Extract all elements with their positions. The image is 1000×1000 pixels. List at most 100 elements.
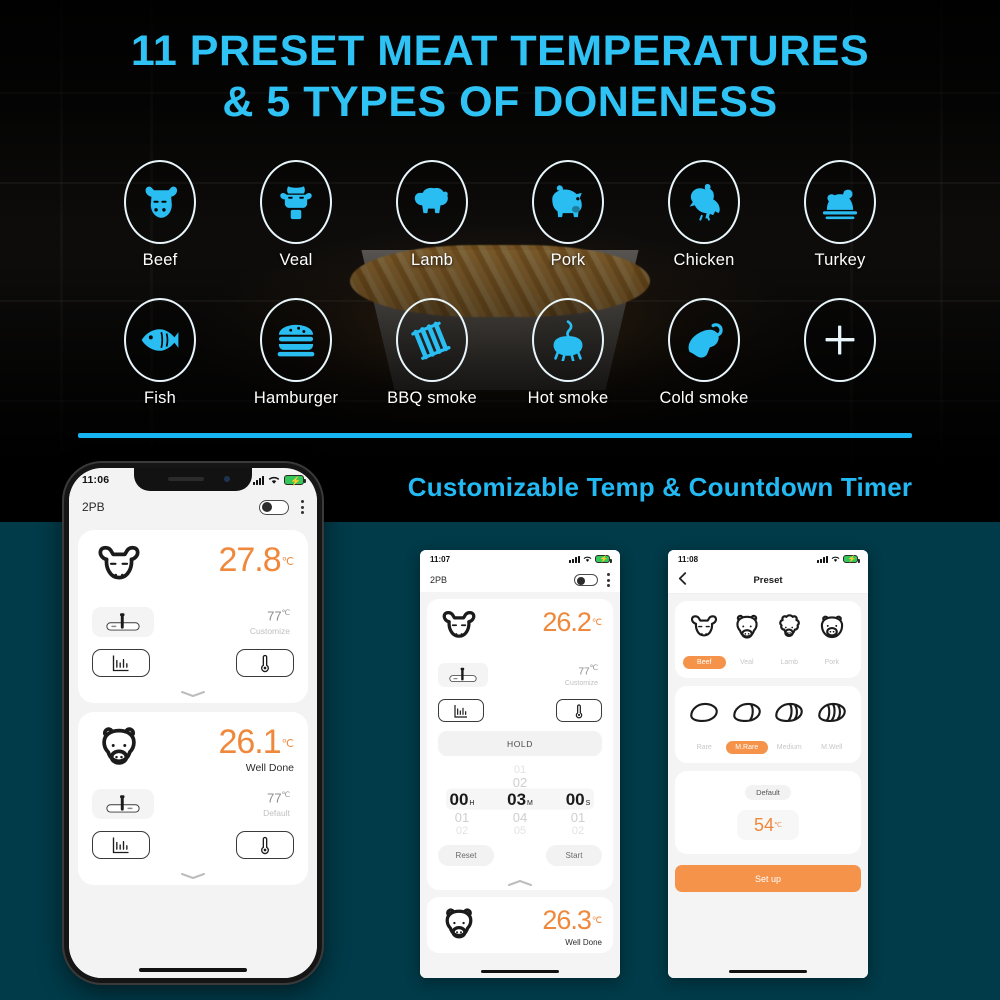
preset-veal[interactable]: Veal — [228, 160, 364, 270]
phone-3-status-bar: 11:08 ⚡ — [668, 550, 868, 568]
preset-label: Cold smoke — [659, 389, 749, 407]
preset-chicken[interactable]: Chicken — [636, 160, 772, 270]
picker-row-selected[interactable]: 00H 03M 00S — [438, 790, 602, 810]
meat-label: Beef — [683, 656, 726, 669]
target-unit: ℃ — [589, 663, 598, 673]
thermometer-icon[interactable] — [236, 649, 294, 677]
steak-rare-icon — [690, 702, 719, 723]
doneness-option-medium[interactable]: Medium — [768, 697, 811, 754]
home-indicator — [139, 968, 247, 972]
picker-hours-above2 — [440, 764, 484, 775]
phone-2-content: 26.2℃ 77℃ Customize HOLD 01 02 00H 03M 0… — [420, 592, 620, 978]
preset-label: Hot smoke — [527, 389, 609, 407]
doneness-state: Well Done — [245, 762, 294, 775]
meat-option-pork[interactable]: Pork — [811, 612, 854, 669]
chevron-collapse-icon[interactable] — [180, 867, 206, 880]
preset-row-2: Fish Hamburger BBQ smoke Hot smoke Cold … — [0, 298, 1000, 408]
phone-1-content: 27.8℃ 77℃ Customize 26.1℃ Well Done 77℃ … — [69, 522, 317, 978]
meat-option-veal[interactable]: Veal — [726, 612, 769, 669]
preset-beef[interactable]: Beef — [92, 160, 228, 270]
preset-fish[interactable]: Fish — [92, 298, 228, 408]
probe-temperature: 26.2 — [542, 607, 592, 637]
preset-temperature-unit: ℃ — [774, 822, 782, 829]
kebab-menu-icon[interactable] — [607, 573, 610, 587]
cow-round-head-icon — [736, 614, 758, 639]
signal-bars-icon — [817, 555, 828, 563]
veal-head-icon — [260, 160, 332, 244]
home-indicator — [729, 970, 807, 973]
battery-charging-icon: ⚡ — [595, 555, 612, 563]
cow-round-head-icon — [92, 724, 146, 777]
preset-cold-smoke[interactable]: Cold smoke — [636, 298, 772, 408]
doneness-option-medium-well[interactable]: M.Well — [811, 697, 854, 754]
probe-card-1[interactable]: 27.8℃ 77℃ Customize — [78, 530, 308, 703]
set-up-button[interactable]: Set up — [675, 865, 861, 892]
chicken-icon — [668, 160, 740, 244]
meat-option-beef[interactable]: Beef — [683, 612, 726, 669]
picker-hours-below: 01 — [454, 810, 470, 825]
signal-bars-icon — [569, 555, 580, 563]
power-toggle[interactable] — [574, 574, 598, 586]
preset-hot-smoke[interactable]: Hot smoke — [500, 298, 636, 408]
picker-hours-above — [440, 775, 484, 790]
doneness-label: M.Rare — [725, 741, 768, 754]
phone-1-app-bar: 2PB — [69, 492, 317, 522]
cyan-divider — [78, 433, 912, 438]
probe-card-3[interactable]: 26.3℃ Well Done — [427, 897, 613, 953]
picker-hours-below2: 02 — [455, 825, 469, 836]
picker-row-below: 01 04 01 — [438, 810, 602, 825]
preset-pork[interactable]: Pork — [500, 160, 636, 270]
preset-label: Chicken — [673, 251, 735, 269]
meat-option-lamb[interactable]: Lamb — [768, 612, 811, 669]
preset-turkey[interactable]: Turkey — [772, 160, 908, 270]
probe-thermometer-icon[interactable] — [92, 789, 154, 819]
probe-thermometer-icon[interactable] — [438, 663, 488, 687]
doneness-option-rare[interactable]: Rare — [683, 697, 726, 754]
page-title: 11 PRESET MEAT TEMPERATURES & 5 TYPES OF… — [0, 26, 1000, 127]
back-chevron-icon[interactable] — [678, 571, 687, 590]
thermometer-icon[interactable] — [556, 699, 602, 722]
preset-add[interactable] — [772, 298, 908, 408]
set-up-label: Set up — [754, 873, 782, 884]
page-title: Preset — [753, 575, 783, 586]
chevron-collapse-icon[interactable] — [180, 685, 206, 698]
chart-icon[interactable] — [92, 831, 150, 859]
probe-temperature: 26.3 — [542, 905, 592, 935]
target-mode-label: Customize — [249, 625, 290, 636]
plus-icon — [804, 298, 876, 382]
headline-line-2: & 5 TYPES OF DONENESS — [222, 77, 778, 126]
picker-hours-unit: H — [469, 800, 475, 807]
chart-icon[interactable] — [92, 649, 150, 677]
preset-hamburger[interactable]: Hamburger — [228, 298, 364, 408]
battery-charging-icon: ⚡ — [843, 555, 860, 563]
bbq-ribs-icon — [396, 298, 468, 382]
signal-bars-icon — [253, 475, 264, 485]
reset-button[interactable]: Reset — [438, 845, 494, 866]
countdown-timer-picker[interactable]: 01 02 00H 03M 00S 01 04 01 02 05 02 — [438, 760, 602, 838]
hold-button[interactable]: HOLD — [438, 731, 602, 756]
power-toggle[interactable] — [259, 499, 289, 515]
preset-lamb[interactable]: Lamb — [364, 160, 500, 270]
chevron-collapse-icon[interactable] — [507, 874, 533, 886]
picker-minutes-value: 03M — [507, 790, 533, 809]
thermometer-icon[interactable] — [236, 831, 294, 859]
probe-card-2[interactable]: 26.1℃ Well Done 77℃ Default — [78, 712, 308, 885]
doneness-state: Well Done — [565, 938, 602, 947]
temperature-unit: ℃ — [281, 555, 294, 568]
doneness-option-medium-rare[interactable]: M.Rare — [725, 697, 768, 754]
chart-icon[interactable] — [438, 699, 484, 722]
home-indicator — [481, 970, 559, 973]
cow-round-head-icon — [438, 906, 480, 949]
preset-icon-grid: Beef Veal Lamb Pork Chicken Turkey Fish … — [0, 160, 1000, 408]
picker-seconds-above — [556, 775, 600, 790]
preset-bbq-smoke[interactable]: BBQ smoke — [364, 298, 500, 408]
default-chip[interactable]: Default — [745, 785, 791, 800]
temperature-value-box[interactable]: 54 ℃ — [737, 810, 799, 840]
probe-card-timer[interactable]: 26.2℃ 77℃ Customize HOLD 01 02 00H 03M 0… — [427, 599, 613, 890]
probe-thermometer-icon[interactable] — [92, 607, 154, 637]
headline-line-1: 11 PRESET MEAT TEMPERATURES — [130, 27, 870, 75]
picker-minutes-above2: 01 — [513, 764, 527, 775]
start-button[interactable]: Start — [546, 845, 602, 866]
preset-label: Fish — [144, 389, 176, 407]
kebab-menu-icon[interactable] — [301, 500, 304, 514]
